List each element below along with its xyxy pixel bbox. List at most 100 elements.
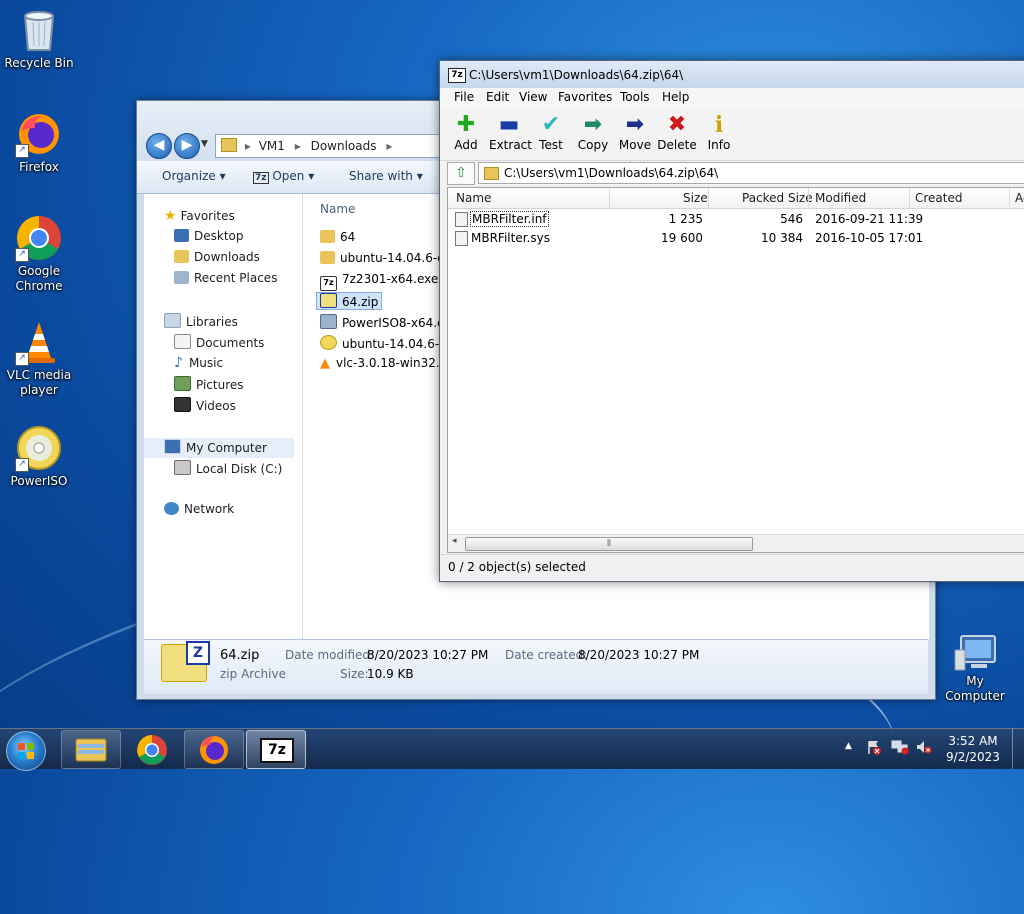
nav-videos[interactable]: Videos (174, 397, 236, 413)
copy-button[interactable]: ➡ Copy (573, 112, 613, 152)
music-note-icon: ♪ (174, 355, 183, 371)
organize-button[interactable]: Organize ▾ (162, 169, 226, 183)
breadcrumb-separator-icon: ▸ (244, 139, 251, 153)
taskbar-chrome-button[interactable] (122, 730, 182, 769)
recent-pages-dropdown-icon[interactable]: ▼ (201, 139, 208, 149)
row-name: MBRFilter.sys (471, 231, 550, 245)
windows-logo-icon (18, 743, 34, 759)
table-row[interactable]: MBRFilter.sys 19 600 10 384 2016-10-05 1… (448, 229, 1024, 248)
volume-muted-icon[interactable] (915, 739, 933, 755)
breadcrumb-separator-icon: ▸ (386, 139, 393, 153)
open-button[interactable]: 7z Open ▾ (253, 169, 314, 184)
shortcut-arrow-icon: ↗ (15, 458, 29, 472)
nav-downloads[interactable]: Downloads (174, 250, 260, 264)
downloads-folder-icon (174, 250, 189, 263)
taskbar-firefox-button[interactable] (184, 730, 244, 769)
desktop-icon-firefox[interactable]: ↗ Firefox (1, 110, 77, 175)
up-folder-button[interactable]: ⇧ (447, 162, 475, 185)
menu-help[interactable]: Help (662, 90, 689, 104)
column-header-name[interactable]: Name (456, 191, 491, 205)
clock-time: 3:52 AM (948, 734, 998, 748)
nav-documents[interactable]: Documents (174, 334, 264, 350)
share-with-button[interactable]: Share with ▾ (349, 169, 423, 183)
recent-places-icon (174, 271, 189, 284)
test-button[interactable]: ✔ Test (531, 112, 571, 152)
file-item-vlc-installer[interactable]: ▲ vlc-3.0.18-win32.ex (320, 356, 454, 371)
column-header-size[interactable]: Size (683, 191, 708, 205)
7zip-path-bar: ⇧ C:\Users\vm1\Downloads\64.zip\64\ (440, 161, 1024, 185)
action-center-flag-icon[interactable] (866, 739, 882, 755)
details-date-created: 8/20/2023 10:27 PM (578, 648, 700, 662)
column-header-packed-size[interactable]: Packed Size (742, 191, 813, 205)
nav-desktop[interactable]: Desktop (174, 229, 244, 243)
explorer-address-bar[interactable]: ▸ VM1 ▸ Downloads ▸ (215, 134, 447, 158)
row-size: 1 235 (668, 212, 703, 226)
details-file-name: 64.zip (220, 648, 260, 663)
breadcrumb-vm1[interactable]: VM1 (259, 139, 285, 153)
menu-favorites[interactable]: Favorites (558, 90, 612, 104)
show-hidden-icons-button[interactable]: ▲ (845, 741, 852, 751)
desktop-icon (174, 229, 189, 242)
add-button[interactable]: ✚ Add (446, 112, 486, 152)
7zip-window[interactable]: 7z C:\Users\vm1\Downloads\64.zip\64\ Fil… (439, 60, 1024, 582)
back-button[interactable]: ◀ (146, 133, 172, 159)
taskbar-explorer-button[interactable] (61, 730, 121, 769)
row-packed-size: 10 384 (761, 231, 803, 245)
forward-button[interactable]: ▶ (174, 133, 200, 159)
nav-libraries[interactable]: Libraries (164, 313, 238, 329)
file-item-64-folder[interactable]: 64 (320, 230, 355, 244)
menu-tools[interactable]: Tools (620, 90, 650, 104)
chrome-icon: ↗ (15, 214, 63, 262)
delete-button[interactable]: ✖ Delete (657, 112, 697, 152)
chrome-icon (137, 735, 167, 765)
desktop-icon-vlc[interactable]: ↗ VLC media player (1, 318, 77, 398)
nav-local-disk[interactable]: Local Disk (C:) (174, 460, 282, 476)
file-item-64-zip[interactable]: 64.zip (316, 292, 383, 310)
details-date-modified: 8/20/2023 10:27 PM (367, 648, 489, 662)
7zip-toolbar: ✚ Add ▬ Extract ✔ Test ➡ Copy ➡ Move ✖ D… (440, 108, 1024, 161)
column-header-accessed[interactable]: Ac (1015, 191, 1024, 205)
table-row[interactable]: MBRFilter.inf 1 235 546 2016-09-21 11:39 (448, 210, 1024, 229)
menu-edit[interactable]: Edit (486, 90, 509, 104)
column-header-name[interactable]: Name (320, 202, 355, 216)
nav-recent-places[interactable]: Recent Places (174, 271, 277, 285)
desktop-icon-chrome[interactable]: ↗ Google Chrome (1, 214, 77, 294)
nav-my-computer[interactable]: My Computer (144, 438, 294, 458)
desktop-icon-poweriso[interactable]: ↗ PowerISO (1, 424, 77, 489)
nav-network[interactable]: Network (164, 502, 234, 516)
extract-button[interactable]: ▬ Extract (489, 112, 532, 152)
scroll-left-icon[interactable]: ◂ (452, 536, 457, 546)
desktop-icon-my-computer[interactable]: My Computer (937, 634, 1013, 704)
menu-file[interactable]: File (454, 90, 474, 104)
nav-favorites[interactable]: ★ Favorites (164, 208, 235, 224)
horizontal-scrollbar[interactable]: ◂ ⦀ (448, 534, 1024, 552)
7zip-title-bar[interactable]: 7z C:\Users\vm1\Downloads\64.zip\64\ (440, 61, 1024, 89)
disc-icon: ↗ (15, 424, 63, 472)
libraries-icon (164, 313, 181, 328)
start-button[interactable] (6, 731, 46, 771)
taskbar-7zip-button[interactable]: 7z (246, 730, 306, 769)
file-item-ubuntu-folder[interactable]: ubuntu-14.04.6-de (320, 251, 452, 265)
zip-archive-icon (320, 293, 337, 308)
file-item-ubuntu-iso[interactable]: ubuntu-14.04.6-de (320, 335, 454, 351)
network-status-icon[interactable] (891, 739, 909, 755)
file-item-7zip-installer[interactable]: 7z 7z2301-x64.exe (320, 272, 438, 291)
column-header-created[interactable]: Created (915, 191, 963, 205)
folder-icon (320, 251, 335, 264)
desktop-icon-recycle-bin[interactable]: Recycle Bin (1, 6, 77, 71)
nav-music[interactable]: ♪ Music (174, 355, 223, 371)
firefox-icon: ↗ (15, 110, 63, 158)
info-button[interactable]: i Info (699, 112, 739, 152)
7zip-menu-bar: File Edit View Favorites Tools Help (440, 88, 1024, 108)
file-item-poweriso-installer[interactable]: PowerISO8-x64.exe (320, 314, 458, 330)
column-header-modified[interactable]: Modified (815, 191, 866, 205)
system-clock[interactable]: 3:52 AM 9/2/2023 (943, 733, 1003, 765)
7zip-path-input[interactable]: C:\Users\vm1\Downloads\64.zip\64\ (478, 162, 1024, 184)
scrollbar-thumb[interactable]: ⦀ (465, 537, 753, 551)
move-button[interactable]: ➡ Move (615, 112, 655, 152)
breadcrumb-downloads[interactable]: Downloads (311, 139, 377, 153)
show-desktop-button[interactable] (1012, 729, 1024, 769)
menu-view[interactable]: View (519, 90, 547, 104)
nav-pictures[interactable]: Pictures (174, 376, 244, 392)
check-icon: ✔ (541, 112, 561, 137)
